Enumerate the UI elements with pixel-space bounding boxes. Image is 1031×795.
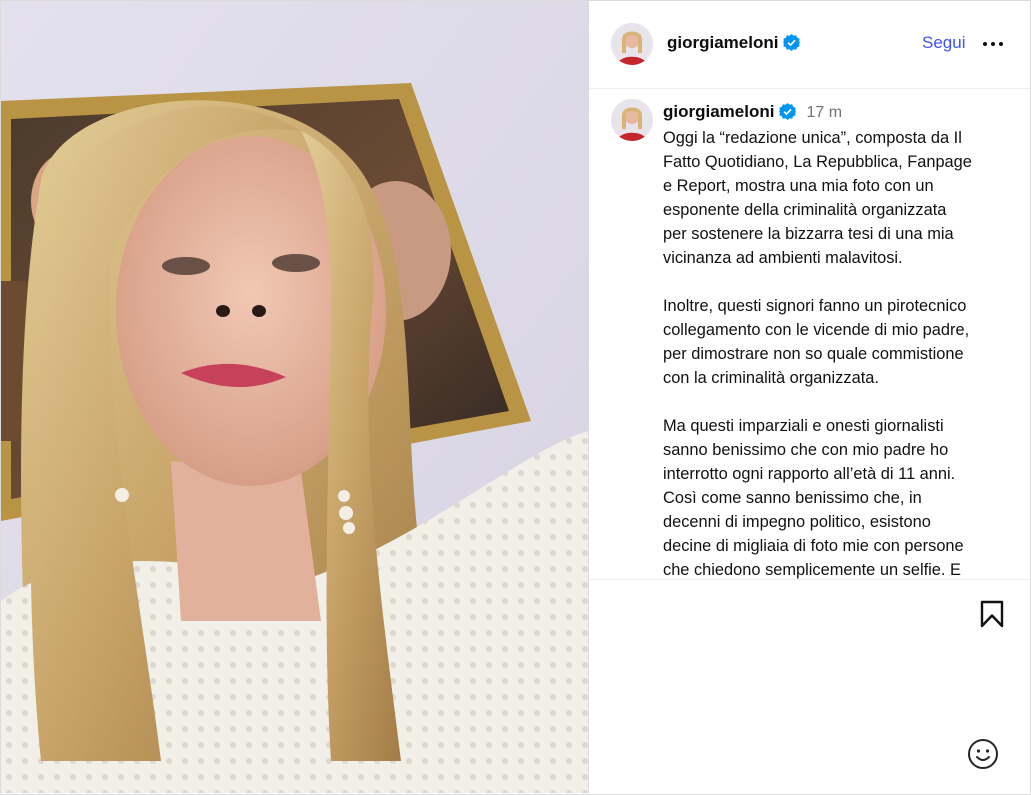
caption-username[interactable]: giorgiameloni bbox=[663, 102, 774, 121]
post-actions bbox=[589, 579, 1030, 793]
post-timestamp[interactable]: 17 m bbox=[806, 104, 842, 121]
more-horizontal-icon[interactable] bbox=[981, 31, 1005, 55]
post-caption: giorgiameloni 17 m Oggi la “redazione uni… bbox=[589, 89, 1030, 579]
caption-header: giorgiameloni 17 m bbox=[663, 102, 842, 122]
post-photo[interactable] bbox=[1, 1, 588, 793]
caption-text: Oggi la “redazione unica”, composta da I… bbox=[663, 126, 1023, 579]
bookmark-icon[interactable] bbox=[979, 600, 1005, 628]
post-header: giorgiameloni Segui bbox=[589, 1, 1030, 89]
follow-button[interactable]: Segui bbox=[922, 33, 965, 53]
verified-badge-icon bbox=[779, 103, 797, 120]
post-side-panel: giorgiameloni Segui giorgiameloni 17 m Og… bbox=[588, 1, 1030, 793]
avatar[interactable] bbox=[611, 23, 653, 65]
caption-paragraph-2: Inoltre, questi signori fanno un pirotec… bbox=[663, 297, 970, 387]
caption-paragraph-3: Ma questi imparziali e onesti giornalist… bbox=[663, 417, 964, 579]
caption-avatar[interactable] bbox=[611, 99, 653, 141]
verified-badge-icon bbox=[783, 34, 801, 51]
emoji-smiley-icon[interactable] bbox=[967, 738, 999, 770]
username-text: giorgiameloni bbox=[667, 33, 779, 52]
username-link[interactable]: giorgiameloni bbox=[667, 33, 801, 53]
caption-paragraph-1: Oggi la “redazione unica”, composta da I… bbox=[663, 129, 972, 267]
